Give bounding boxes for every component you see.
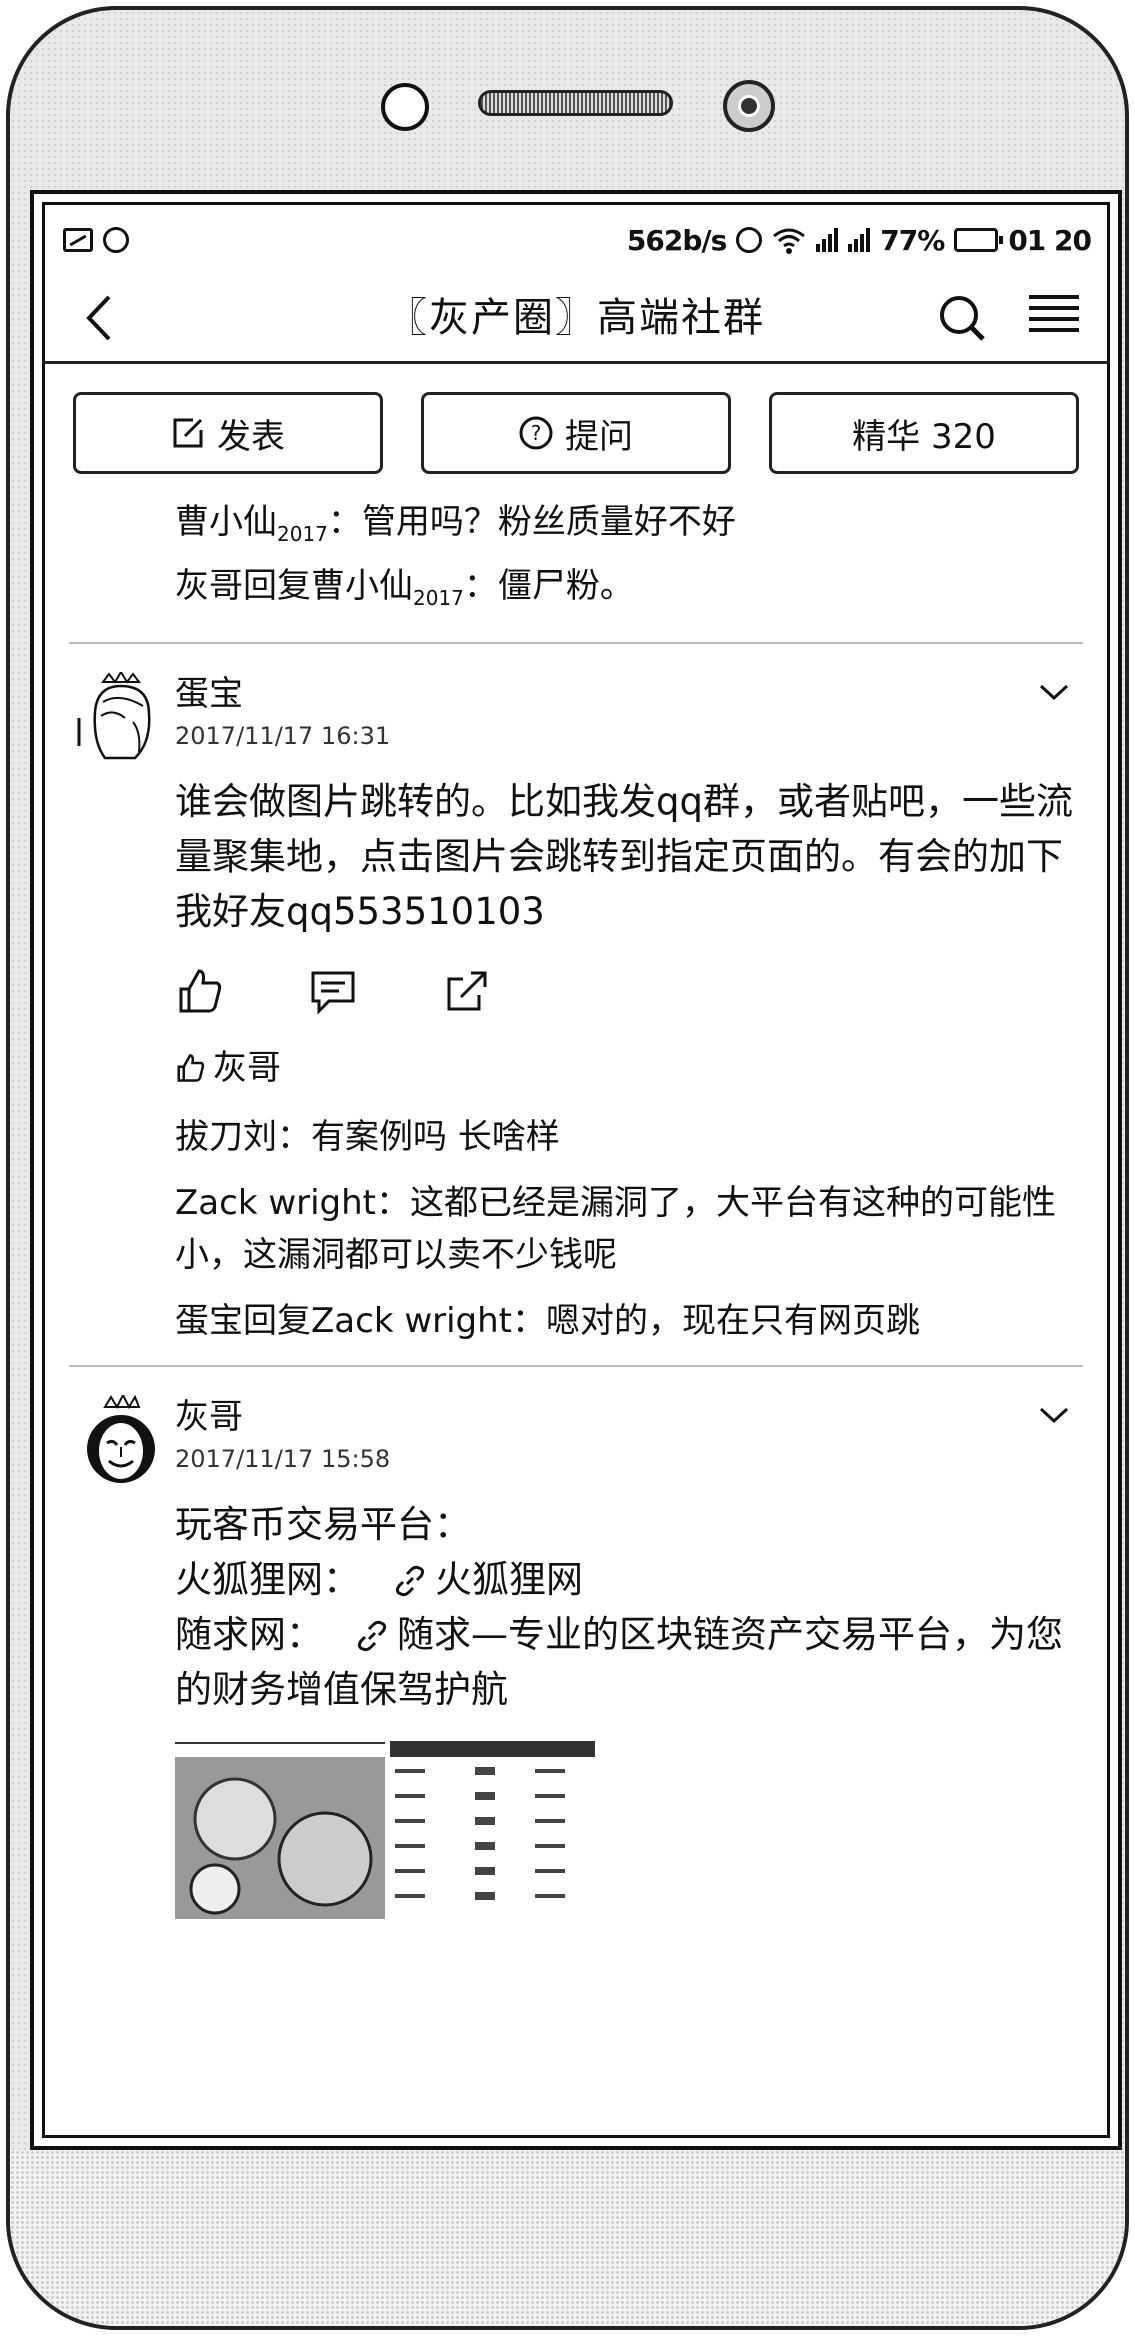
share-icon[interactable] — [443, 967, 491, 1015]
clock: 01 20 — [1008, 223, 1092, 257]
author-name[interactable]: 蛋宝 — [175, 666, 1107, 720]
comment-line[interactable]: 曹小仙2017：管用吗？粉丝质量好不好 — [175, 496, 1077, 560]
like-small-icon — [177, 1053, 205, 1082]
earpiece-speaker — [478, 90, 673, 116]
post-text: 玩客币交易平台： 火狐狸网： 火狐狸网 随求网： 随求—专业的区块链资产交易平台… — [175, 1497, 1077, 1717]
comment-icon[interactable] — [309, 967, 357, 1015]
link-row: 火狐狸网： 火狐狸网 — [175, 1552, 1077, 1607]
battery-percent: 77% — [880, 223, 945, 257]
wifi-icon — [773, 228, 806, 254]
comment-line[interactable]: 蛋宝回复Zack wright：嗯对的，现在只有网页跳 — [175, 1295, 1077, 1347]
chevron-down-icon[interactable] — [1037, 680, 1071, 704]
phone-frame: 562b/s 77% 01 20 〖灰产圈〗高端社群 发表 ? 提问 精华 32… — [6, 6, 1129, 2330]
post-card: 蛋宝 2017/11/17 16:31 谁会做图片跳转的。比如我发qq群，或者贴… — [45, 644, 1107, 1347]
ask-button[interactable]: ? 提问 — [421, 392, 731, 474]
comment-line[interactable]: Zack wright：这都已经是漏洞了，大平台有这种的可能性小，这漏洞都可以卖… — [175, 1177, 1077, 1281]
data-saver-icon — [736, 227, 763, 253]
edit-icon — [173, 418, 203, 448]
svg-text:?: ? — [531, 421, 542, 445]
comment-list: 拔刀刘：有案例吗 长啥样 Zack wright：这都已经是漏洞了，大平台有这种… — [45, 1111, 1107, 1347]
featured-button-label: 精华 320 — [852, 416, 996, 457]
link-label: 随求网： — [175, 1612, 323, 1656]
avatar[interactable] — [73, 1394, 163, 1485]
post-text: 谁会做图片跳转的。比如我发qq群，或者贴吧，一些流量聚集地，点击图片会跳转到指定… — [175, 779, 1073, 933]
previous-post-comments: 曹小仙2017：管用吗？粉丝质量好不好 灰哥回复曹小仙2017：僵尸粉。 — [45, 474, 1107, 624]
post-card: 灰哥 2017/11/17 15:58 玩客币交易平台： 火狐狸网： 火狐狸网 — [45, 1367, 1107, 1923]
chevron-down-icon[interactable] — [1037, 1403, 1071, 1427]
post-timestamp: 2017/11/17 16:31 — [175, 721, 391, 750]
app-viewport: 562b/s 77% 01 20 〖灰产圈〗高端社群 发表 ? 提问 精华 32… — [42, 202, 1110, 2138]
like-icon[interactable] — [175, 967, 223, 1015]
liked-by-name[interactable]: 灰哥 — [213, 1043, 281, 1093]
phone-bottom-bezel — [10, 2150, 1125, 2326]
author-name[interactable]: 灰哥 — [175, 1389, 1107, 1443]
phone-screen: 562b/s 77% 01 20 〖灰产圈〗高端社群 发表 ? 提问 精华 32… — [30, 190, 1122, 2150]
front-camera — [723, 80, 775, 132]
network-speed: 562b/s — [626, 223, 727, 257]
feed: 曹小仙2017：管用吗？粉丝质量好不好 灰哥回复曹小仙2017：僵尸粉。 蛋宝 … — [45, 474, 1107, 1923]
menu-icon[interactable] — [1029, 295, 1079, 341]
link-text[interactable]: 火狐狸网 — [435, 1558, 583, 1601]
signal-1-icon — [816, 228, 839, 252]
signal-2-icon — [848, 228, 871, 252]
comment-line[interactable]: 灰哥回复曹小仙2017：僵尸粉。 — [175, 560, 1077, 624]
link-icon — [395, 1565, 425, 1597]
post-timestamp: 2017/11/17 15:58 — [175, 1444, 391, 1473]
action-button-row: 发表 ? 提问 精华 320 — [45, 364, 1107, 474]
post-button[interactable]: 发表 — [73, 392, 383, 474]
post-line: 玩客币交易平台： — [175, 1502, 471, 1546]
post-action-bar — [175, 967, 1107, 1017]
gallery-notification-icon — [63, 228, 93, 252]
featured-button[interactable]: 精华 320 — [769, 392, 1079, 474]
battery-icon — [954, 228, 1004, 252]
comment-line[interactable]: 拔刀刘：有案例吗 长啥样 — [175, 1111, 1077, 1163]
post-image[interactable] — [175, 1738, 595, 1919]
avatar[interactable] — [73, 671, 163, 762]
proximity-sensor — [381, 83, 429, 131]
navigation-bar: 〖灰产圈〗高端社群 — [45, 275, 1107, 364]
post-button-label: 发表 — [217, 416, 285, 457]
status-bar: 562b/s 77% 01 20 — [45, 205, 1107, 275]
circle-notification-icon — [103, 227, 129, 253]
liked-by-row: 灰哥 — [175, 1043, 1107, 1093]
link-icon — [357, 1620, 387, 1652]
search-icon[interactable] — [937, 293, 987, 343]
ask-button-label: 提问 — [565, 416, 633, 457]
question-icon: ? — [519, 416, 553, 450]
link-label: 火狐狸网： — [175, 1557, 360, 1601]
link-row: 随求网： 随求—专业的区块链资产交易平台，为您的财务增值保驾护航 — [175, 1607, 1077, 1717]
